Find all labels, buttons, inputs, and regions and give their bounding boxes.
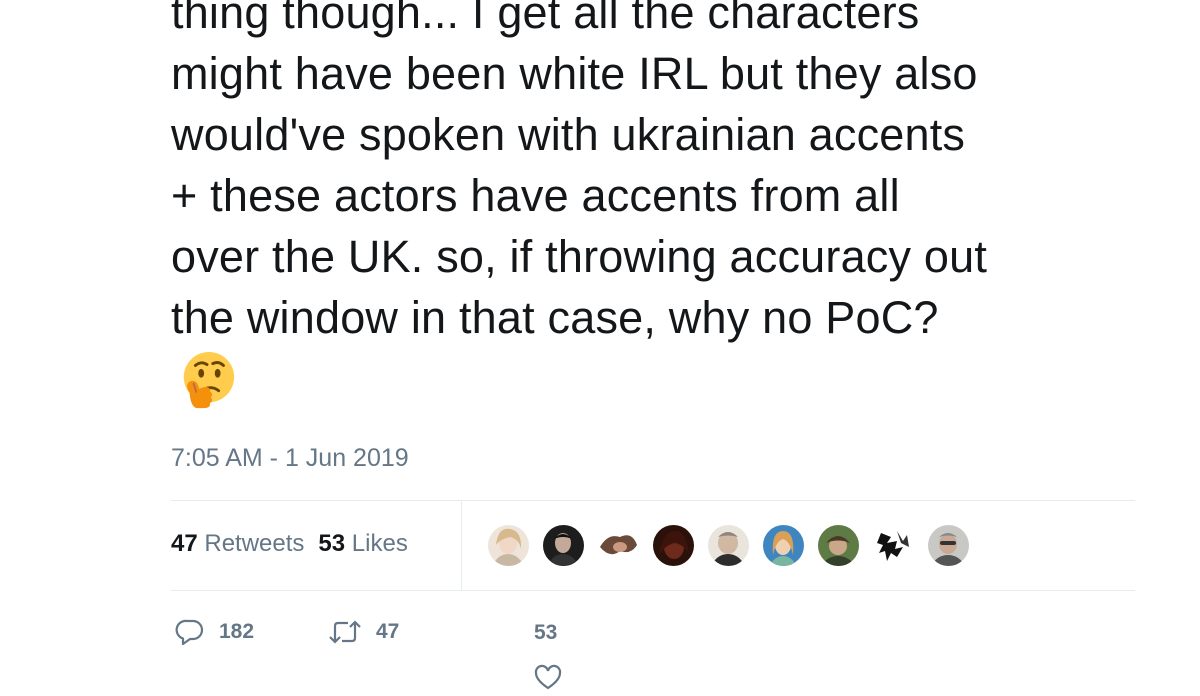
tweet-text-line: thing though... I get all the characters: [171, 0, 920, 38]
divider: [171, 500, 1135, 501]
avatar[interactable]: [596, 523, 641, 568]
avatar[interactable]: [651, 523, 696, 568]
retweets-stat[interactable]: 47 Retweets: [171, 530, 304, 557]
thinking-face-emoji: [176, 350, 238, 412]
stats-separator: [461, 501, 462, 590]
avatar[interactable]: [816, 523, 861, 568]
retweet-count: 47: [376, 620, 400, 643]
tweet-text-line: over the UK. so, if throwing accuracy ou…: [171, 231, 988, 282]
avatar[interactable]: [541, 523, 586, 568]
likes-stat[interactable]: 53 Likes: [318, 530, 407, 557]
reply-count: 182: [219, 620, 255, 643]
likes-label: Likes: [351, 530, 408, 557]
thinking-face-icon: [183, 351, 235, 409]
reply-button[interactable]: 182: [175, 618, 254, 646]
avatar[interactable]: [871, 523, 916, 568]
tweet-timestamp[interactable]: 7:05 AM - 1 Jun 2019: [171, 444, 409, 473]
tweet-text-line: might have been white IRL but they also: [171, 48, 978, 99]
tweet-stats: 47 Retweets 53 Likes: [171, 530, 408, 558]
retweets-label: Retweets: [204, 530, 305, 557]
like-count[interactable]: 53: [534, 621, 557, 645]
tweet-text-line: would've spoken with ukrainian accents: [171, 109, 966, 160]
tweet-text: thing though... I get all the characters…: [171, 0, 1171, 348]
retweets-count: 47: [171, 530, 198, 557]
retweet-icon: [329, 620, 361, 644]
avatar[interactable]: [706, 523, 751, 568]
avatar[interactable]: [761, 523, 806, 568]
tweet-text-line: + these actors have accents from all: [171, 170, 900, 221]
likes-count: 53: [318, 530, 346, 557]
divider: [171, 590, 1135, 591]
retweet-button[interactable]: 47: [328, 618, 399, 646]
heart-icon: [534, 664, 562, 690]
avatar[interactable]: [926, 523, 971, 568]
avatar[interactable]: [486, 523, 531, 568]
tweet-text-line: the window in that case, why no PoC?: [171, 292, 939, 343]
reply-icon: [175, 619, 204, 646]
like-button[interactable]: [534, 664, 562, 696]
